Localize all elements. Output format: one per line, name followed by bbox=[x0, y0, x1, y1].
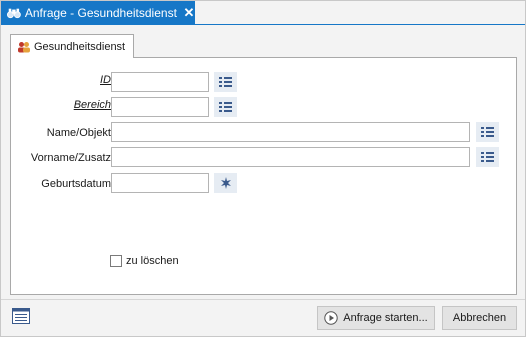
vorname-zusatz-lookup-button[interactable] bbox=[476, 147, 499, 167]
id-input[interactable] bbox=[111, 72, 209, 92]
date-picker-button[interactable] bbox=[214, 173, 237, 193]
label-id[interactable]: ID bbox=[100, 74, 111, 86]
list-lookup-icon bbox=[481, 127, 494, 137]
bereich-input[interactable] bbox=[111, 97, 209, 117]
query-window: Anfrage - Gesundheitsdienst ✕ Gesundheit… bbox=[0, 0, 526, 337]
tab-gesundheitsdienst[interactable]: Gesundheitsdienst bbox=[10, 34, 134, 58]
window-titlebar: Anfrage - Gesundheitsdienst ✕ bbox=[1, 1, 195, 24]
name-objekt-input[interactable] bbox=[111, 122, 470, 142]
label-name-objekt: Name/Objekt bbox=[46, 127, 111, 139]
delete-checkbox-label: zu löschen bbox=[126, 255, 179, 267]
geburtsdatum-input[interactable] bbox=[111, 173, 209, 193]
people-icon bbox=[18, 41, 30, 52]
start-query-label: Anfrage starten... bbox=[343, 312, 428, 324]
tab-label: Gesundheitsdienst bbox=[34, 40, 126, 53]
list-view-icon[interactable] bbox=[12, 308, 30, 324]
list-lookup-icon bbox=[481, 152, 494, 162]
delete-checkbox[interactable] bbox=[110, 255, 122, 267]
label-bereich[interactable]: Bereich bbox=[74, 99, 111, 111]
date-picker-icon bbox=[220, 177, 231, 189]
form-panel: ID Bereich Name/Objekt Vorname/Zusatz Ge… bbox=[10, 57, 517, 295]
bereich-lookup-button[interactable] bbox=[214, 97, 237, 117]
list-lookup-icon bbox=[219, 77, 232, 87]
id-lookup-button[interactable] bbox=[214, 72, 237, 92]
play-icon bbox=[324, 311, 338, 325]
name-objekt-lookup-button[interactable] bbox=[476, 122, 499, 142]
cancel-button[interactable]: Abbrechen bbox=[442, 306, 517, 330]
vorname-zusatz-input[interactable] bbox=[111, 147, 470, 167]
start-query-button[interactable]: Anfrage starten... bbox=[317, 306, 435, 330]
window-title: Anfrage - Gesundheitsdienst bbox=[24, 5, 177, 20]
titlebar-divider bbox=[1, 24, 525, 25]
close-icon[interactable]: ✕ bbox=[183, 5, 195, 20]
label-vorname-zusatz: Vorname/Zusatz bbox=[30, 152, 111, 164]
binoculars-icon bbox=[7, 8, 21, 18]
delete-checkbox-row[interactable]: zu löschen bbox=[110, 255, 179, 267]
footer-divider bbox=[1, 299, 525, 300]
label-geburtsdatum: Geburtsdatum bbox=[41, 178, 111, 190]
list-lookup-icon bbox=[219, 102, 232, 112]
